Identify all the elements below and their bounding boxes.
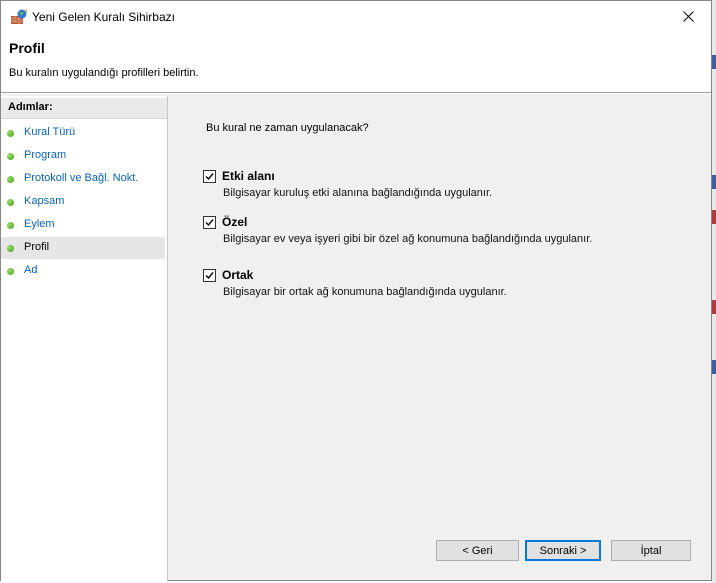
question-text: Bu kural ne zaman uygulanacak? — [206, 122, 369, 134]
background-window-edge — [712, 0, 716, 583]
wizard-header: Profil Bu kuralın uygulandığı profilleri… — [1, 33, 711, 91]
green-dot-icon — [7, 130, 14, 137]
green-dot-icon — [7, 268, 14, 275]
step-label: Ad — [24, 264, 38, 276]
step-program[interactable]: Program — [1, 145, 165, 167]
step-kural-turu[interactable]: Kural Türü — [1, 122, 165, 144]
next-button[interactable]: Sonraki > — [525, 540, 601, 561]
checkmark-icon — [205, 173, 214, 181]
green-dot-icon — [7, 176, 14, 183]
option-title[interactable]: Etki alanı — [222, 169, 275, 183]
etki-alani-checkbox[interactable] — [203, 170, 216, 183]
page-title: Profil — [9, 40, 45, 56]
option-description: Bilgisayar bir ortak ağ konumuna bağland… — [223, 286, 507, 298]
cancel-button[interactable]: İptal — [611, 540, 691, 561]
step-label: Kural Türü — [24, 126, 76, 138]
option-title[interactable]: Ortak — [222, 268, 253, 282]
option-title[interactable]: Özel — [222, 215, 247, 229]
steps-sidebar: Adımlar: Kural Türü Program Protokoll ve… — [1, 96, 168, 582]
wizard-window: Yeni Gelen Kuralı Sihirbazı Profil Bu ku… — [0, 0, 712, 582]
step-eylem[interactable]: Eylem — [1, 214, 165, 236]
step-kapsam[interactable]: Kapsam — [1, 191, 165, 213]
wizard-body: Adımlar: Kural Türü Program Protokoll ve… — [1, 94, 711, 582]
step-ad[interactable]: Ad — [1, 260, 165, 282]
checkmark-icon — [205, 219, 214, 227]
firewall-wizard-icon — [11, 9, 27, 24]
close-button[interactable] — [665, 1, 711, 32]
step-label: Kapsam — [24, 195, 65, 207]
green-dot-icon — [7, 153, 14, 160]
green-dot-icon — [7, 222, 14, 229]
step-label: Profil — [24, 241, 50, 253]
main-content: Bu kural ne zaman uygulanacak? Etki alan… — [171, 94, 711, 580]
step-label: Protokoll ve Bağl. Nokt. — [24, 172, 139, 184]
ortak-checkbox[interactable] — [203, 269, 216, 282]
step-label: Program — [24, 149, 67, 161]
title-bar: Yeni Gelen Kuralı Sihirbazı — [1, 1, 711, 33]
green-dot-icon — [7, 245, 14, 252]
close-icon — [682, 11, 694, 22]
step-label: Eylem — [24, 218, 55, 230]
step-profil: Profil — [1, 237, 165, 259]
green-dot-icon — [7, 199, 14, 206]
back-button[interactable]: < Geri — [436, 540, 519, 561]
option-description: Bilgisayar kuruluş etki alanına bağlandı… — [223, 187, 493, 199]
option-description: Bilgisayar ev veya işyeri gibi bir özel … — [223, 233, 593, 245]
window-title: Yeni Gelen Kuralı Sihirbazı — [32, 10, 175, 24]
steps-heading: Adımlar: — [1, 98, 167, 119]
checkmark-icon — [205, 272, 214, 280]
step-protokol[interactable]: Protokoll ve Bağl. Nokt. — [1, 168, 165, 190]
steps-heading-label: Adımlar: — [8, 101, 53, 113]
page-description: Bu kuralın uygulandığı profilleri belirt… — [9, 67, 199, 79]
ozel-checkbox[interactable] — [203, 216, 216, 229]
